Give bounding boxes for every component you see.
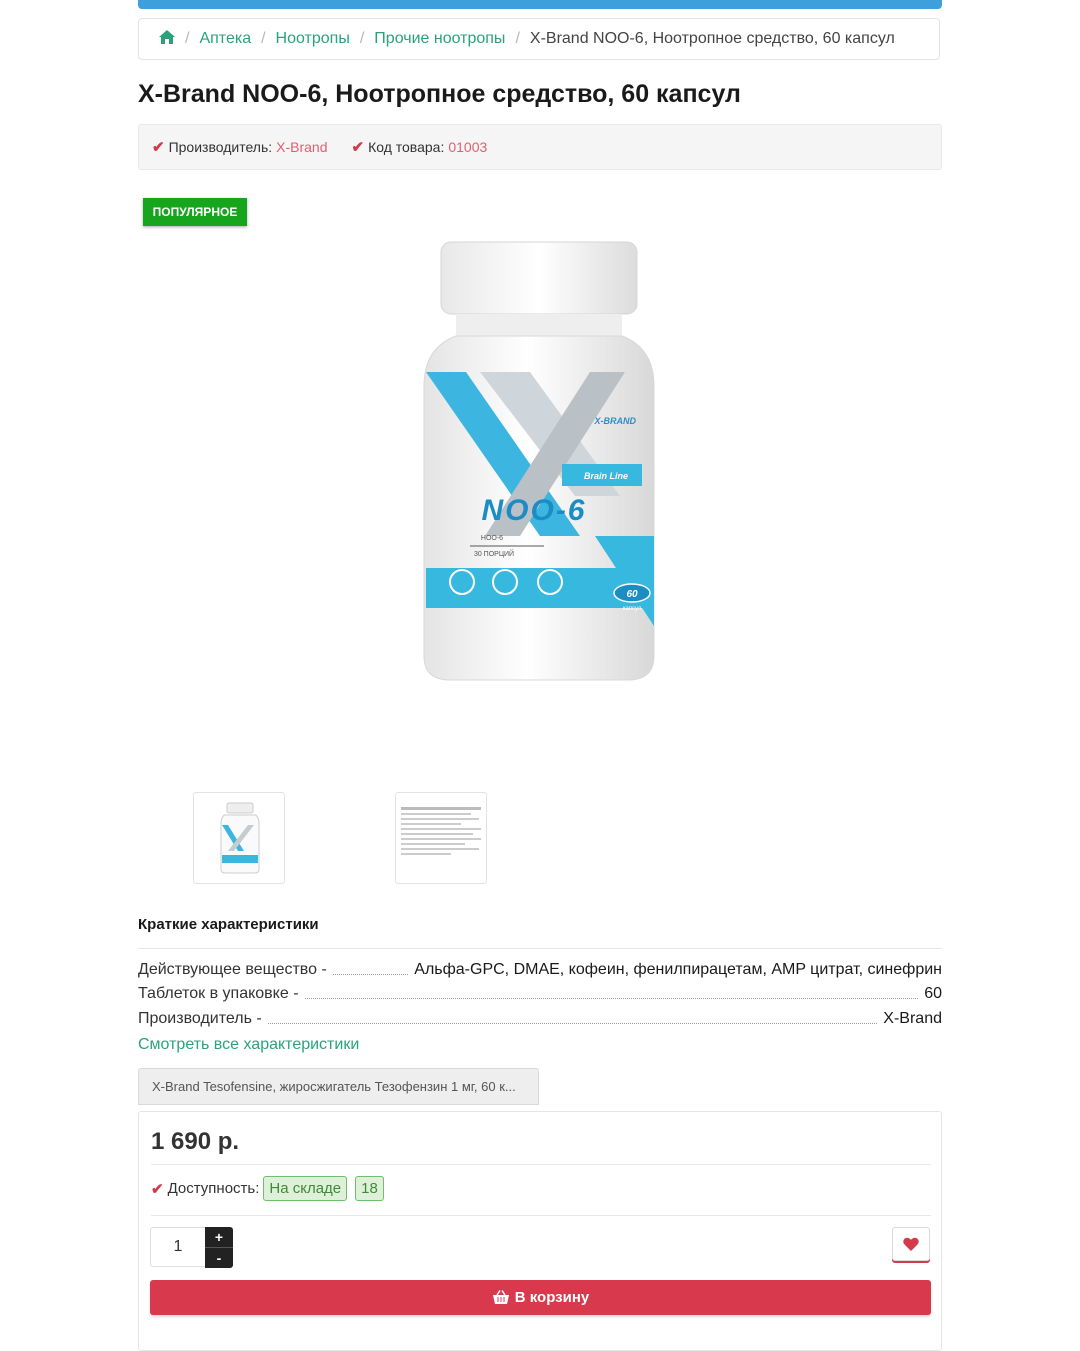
specs-title: Краткие характеристики	[138, 916, 319, 933]
spec-row-manufacturer: Производитель - X-Brand	[138, 1010, 942, 1028]
product-meta: ✔ Производитель: X-Brand ✔ Код товара: 0…	[138, 124, 942, 170]
check-icon: ✔	[151, 1180, 164, 1198]
availability: ✔ Доступность: На складе 18	[151, 1176, 384, 1201]
bottle-sub2-text: 30 ПОРЦИЙ	[474, 549, 514, 558]
breadcrumb: / Аптека / Ноотропы / Прочие ноотропы / …	[138, 18, 940, 60]
product-image[interactable]: X-BRAND Brain Line NOO-6 НОО-6 30 ПОРЦИЙ…	[410, 236, 670, 696]
bottle-count-unit-text: капсул	[623, 606, 642, 612]
product-code-info: ✔ Код товара: 01003	[352, 138, 488, 156]
manufacturer-link[interactable]: X-Brand	[276, 139, 327, 155]
stock-status-badge: На складе	[263, 1176, 348, 1201]
buy-box: 1 690 р. ✔ Доступность: На складе 18 1 +…	[138, 1111, 942, 1351]
wishlist-button[interactable]	[892, 1227, 930, 1261]
spec-value: 60	[924, 985, 942, 1002]
breadcrumb-separator: /	[515, 30, 520, 47]
related-product-tab[interactable]: X-Brand Tesofensine, жиросжигатель Тезоф…	[138, 1068, 539, 1105]
divider	[151, 1215, 931, 1216]
bottle-sub1-text: НОО-6	[481, 535, 503, 542]
add-to-cart-label: В корзину	[514, 1289, 590, 1306]
stock-count-badge: 18	[355, 1176, 384, 1201]
see-all-specs-link[interactable]: Смотреть все характеристики	[138, 1036, 359, 1054]
specs-divider	[138, 948, 942, 949]
label-thumbnail-image	[401, 807, 481, 855]
quantity-stepper: + -	[205, 1227, 233, 1268]
spec-row-active-substance: Действующее вещество - Альфа-GPC, DMAE, …	[138, 961, 942, 979]
spec-dots	[267, 1023, 878, 1024]
bottle-thumbnail-image	[220, 802, 260, 874]
quantity-plus-button[interactable]: +	[205, 1227, 233, 1248]
thumbnail-bottle[interactable]	[193, 792, 285, 884]
spec-label: Производитель -	[138, 1010, 262, 1027]
spec-row-tablets: Таблеток в упаковке - 60	[138, 985, 942, 1003]
divider	[151, 1164, 931, 1165]
breadcrumb-separator: /	[185, 30, 190, 47]
bottle-brand-text: X-BRAND	[594, 416, 637, 426]
bottle-line-text: Brain Line	[584, 471, 628, 481]
add-to-cart-button[interactable]: В корзину	[150, 1280, 931, 1315]
spec-label: Таблеток в упаковке -	[138, 985, 299, 1002]
check-icon: ✔	[152, 139, 165, 156]
breadcrumb-item-other-nootropy[interactable]: Прочие ноотропы	[374, 30, 505, 48]
page-title: X-Brand NOO-6, Ноотропное средство, 60 к…	[138, 80, 741, 108]
breadcrumb-separator: /	[261, 30, 266, 47]
spec-value: X-Brand	[883, 1010, 942, 1027]
code-label: Код товара:	[368, 139, 445, 155]
bottle-name-text: NOO-6	[481, 494, 586, 527]
home-icon	[159, 29, 175, 44]
breadcrumb-current: X-Brand NOO-6, Ноотропное средство, 60 к…	[529, 30, 895, 47]
product-code: 01003	[448, 139, 488, 155]
spec-dots	[332, 974, 409, 975]
heart-icon	[903, 1237, 919, 1251]
thumbnail-label-text[interactable]	[395, 792, 487, 884]
popular-badge: ПОПУЛЯРНОЕ	[143, 198, 247, 226]
spec-label: Действующее вещество -	[138, 961, 327, 978]
breadcrumb-home[interactable]	[159, 29, 175, 49]
breadcrumb-item-apteka[interactable]: Аптека	[199, 30, 251, 48]
price: 1 690 р.	[151, 1128, 240, 1155]
availability-label: Доступность:	[167, 1180, 260, 1197]
breadcrumb-separator: /	[359, 30, 365, 47]
manufacturer-info: ✔ Производитель: X-Brand	[152, 138, 328, 156]
spec-value: Альфа-GPC, DMAE, кофеин, фенилпирацетам,…	[414, 961, 942, 978]
basket-icon	[492, 1290, 510, 1305]
check-icon: ✔	[351, 139, 365, 156]
quantity-input[interactable]: 1	[150, 1227, 206, 1267]
manufacturer-label: Производитель:	[168, 139, 273, 155]
breadcrumb-item-nootropy[interactable]: Ноотропы	[276, 30, 350, 48]
quantity-minus-button[interactable]: -	[205, 1248, 233, 1268]
top-bar	[138, 0, 942, 9]
spec-dots	[304, 998, 919, 999]
bottle-count-text: 60	[626, 589, 638, 600]
